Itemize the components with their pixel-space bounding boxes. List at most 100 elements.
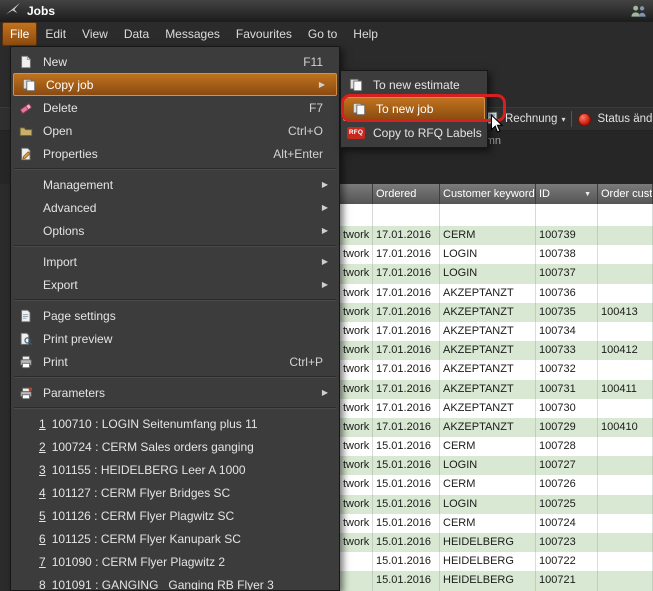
menubar-item-messages[interactable]: Messages xyxy=(157,22,228,46)
menu-item-parameters[interactable]: Parameters ▶ xyxy=(11,381,339,404)
menu-item-properties[interactable]: Properties Alt+Enter xyxy=(11,142,339,165)
chevron-down-icon[interactable]: ▾ xyxy=(561,115,565,124)
cell-clipped-fragment: twork xyxy=(340,533,373,552)
cell-customer-keyword: CERM xyxy=(440,437,536,456)
cell-clipped-fragment: twork xyxy=(340,303,373,322)
cell-ordered: 17.01.2016 xyxy=(373,284,440,303)
menu-item-print[interactable]: Print Ctrl+P xyxy=(11,350,339,373)
menu-item-new[interactable]: New F11 xyxy=(11,50,339,73)
menu-item-export[interactable]: Export ▶ xyxy=(11,273,339,296)
cell-order-customer: 100411 xyxy=(598,380,653,399)
table-row[interactable]: twork 17.01.2016 AKZEPTANZT 100730 xyxy=(340,399,653,418)
menu-item-delete[interactable]: Delete F7 xyxy=(11,96,339,119)
menubar-item-edit[interactable]: Edit xyxy=(37,22,74,46)
cell-id: 100727 xyxy=(536,456,598,475)
table-row[interactable]: twork 17.01.2016 AKZEPTANZT 100733 10041… xyxy=(340,341,653,360)
column-header-clipped[interactable] xyxy=(340,184,373,204)
table-row[interactable]: twork 15.01.2016 HEIDELBERG 100723 xyxy=(340,533,653,552)
menu-separator xyxy=(14,376,336,378)
cell-ordered: 15.01.2016 xyxy=(373,571,440,590)
cell-order-customer xyxy=(598,475,653,494)
users-icon[interactable] xyxy=(630,4,647,18)
table-row[interactable]: twork 17.01.2016 AKZEPTANZT 100735 10041… xyxy=(340,303,653,322)
table-row[interactable]: twork 15.01.2016 CERM 100726 xyxy=(340,475,653,494)
table-row[interactable]: twork 17.01.2016 LOGIN 100737 xyxy=(340,264,653,283)
table-row[interactable]: twork 15.01.2016 CERM 100728 xyxy=(340,437,653,456)
filter-row[interactable] xyxy=(340,204,653,227)
menubar-item-goto[interactable]: Go to xyxy=(300,22,345,46)
table-row[interactable]: twork 17.01.2016 AKZEPTANZT 100732 xyxy=(340,360,653,379)
status-aendern-button[interactable]: Status änd xyxy=(597,113,652,125)
menu-item-open[interactable]: Open Ctrl+O xyxy=(11,119,339,142)
menubar-item-favourites[interactable]: Favourites xyxy=(228,22,300,46)
cell-customer-keyword: HEIDELBERG xyxy=(440,552,536,571)
submenu-item-to-new-estimate[interactable]: To new estimate xyxy=(341,73,487,97)
table-row[interactable]: twork 17.01.2016 AKZEPTANZT 100729 10041… xyxy=(340,418,653,437)
recent-job-7[interactable]: 7 101090 : CERM Flyer Plagwitz 2 xyxy=(11,550,339,573)
cell-clipped-fragment: twork xyxy=(340,514,373,533)
menu-item-advanced[interactable]: Advanced ▶ xyxy=(11,196,339,219)
menubar-item-view[interactable]: View xyxy=(74,22,116,46)
menu-item-management[interactable]: Management ▶ xyxy=(11,173,339,196)
table-row[interactable]: twork 17.01.2016 LOGIN 100738 xyxy=(340,245,653,264)
cell-id: 100726 xyxy=(536,475,598,494)
submenu-arrow-icon: ▶ xyxy=(322,180,333,189)
table-row[interactable]: twork 17.01.2016 AKZEPTANZT 100734 xyxy=(340,322,653,341)
recent-job-2[interactable]: 2 100724 : CERM Sales orders ganging xyxy=(11,435,339,458)
menubar-item-data[interactable]: Data xyxy=(116,22,157,46)
cell-customer-keyword: AKZEPTANZT xyxy=(440,322,536,341)
recent-job-5[interactable]: 5 101126 : CERM Flyer Plagwitz SC xyxy=(11,504,339,527)
cell-id: 100731 xyxy=(536,380,598,399)
cell-id: 100737 xyxy=(536,264,598,283)
menu-item-options[interactable]: Options ▶ xyxy=(11,219,339,242)
menubar-item-file[interactable]: File xyxy=(2,22,37,46)
submenu-arrow-icon: ▶ xyxy=(322,280,333,289)
recent-job-8[interactable]: 8 101091 : GANGING _Ganging RB Flyer 3 xyxy=(11,573,339,591)
menu-item-print-preview[interactable]: Print preview xyxy=(11,327,339,350)
menubar-item-help[interactable]: Help xyxy=(345,22,386,46)
menu-item-page-settings[interactable]: Page settings xyxy=(11,304,339,327)
submenu-arrow-icon: ▶ xyxy=(322,388,333,397)
submenu-item-copy-to-rfq-labels[interactable]: RFQ Copy to RFQ Labels xyxy=(341,121,487,145)
cell-order-customer xyxy=(598,360,653,379)
table-row[interactable]: twork 15.01.2016 LOGIN 100725 xyxy=(340,495,653,514)
cell-id: 100734 xyxy=(536,322,598,341)
cell-ordered: 17.01.2016 xyxy=(373,380,440,399)
column-header-order-customer[interactable]: Order custo xyxy=(598,184,653,204)
recent-job-6[interactable]: 6 101125 : CERM Flyer Kanupark SC xyxy=(11,527,339,550)
table-row[interactable]: twork 15.01.2016 LOGIN 100727 xyxy=(340,456,653,475)
table-row[interactable]: twork 17.01.2016 CERM 100739 xyxy=(340,226,653,245)
cell-clipped-fragment: twork xyxy=(340,341,373,360)
cell-clipped-fragment: twork xyxy=(340,495,373,514)
cell-customer-keyword: AKZEPTANZT xyxy=(440,360,536,379)
table-row[interactable]: twork 17.01.2016 AKZEPTANZT 100736 xyxy=(340,284,653,303)
table-row[interactable]: twork 17.01.2016 AKZEPTANZT 100731 10041… xyxy=(340,380,653,399)
menu-item-copy-job[interactable]: Copy job ▶ xyxy=(13,73,337,96)
table-row[interactable]: 15.01.2016 HEIDELBERG 100721 xyxy=(340,571,653,590)
cell-customer-keyword: CERM xyxy=(440,226,536,245)
copy-icon xyxy=(348,102,370,116)
recent-job-4[interactable]: 4 101127 : CERM Flyer Bridges SC xyxy=(11,481,339,504)
cell-customer-keyword: HEIDELBERG xyxy=(440,571,536,590)
table-row[interactable]: 15.01.2016 HEIDELBERG 100722 xyxy=(340,552,653,571)
cell-customer-keyword: LOGIN xyxy=(440,264,536,283)
cell-clipped-fragment: twork xyxy=(340,284,373,303)
cell-clipped-fragment: twork xyxy=(340,475,373,494)
column-header-ordered[interactable]: Ordered xyxy=(373,184,440,204)
cell-customer-keyword: AKZEPTANZT xyxy=(440,284,536,303)
submenu-arrow-icon: ▶ xyxy=(322,226,333,235)
cell-id: 100721 xyxy=(536,571,598,590)
recent-job-3[interactable]: 3 101155 : HEIDELBERG Leer A 1000 xyxy=(11,458,339,481)
table-row[interactable]: twork 15.01.2016 CERM 100724 xyxy=(340,514,653,533)
column-header-customer-keyword[interactable]: Customer keyword xyxy=(440,184,536,204)
menu-item-import[interactable]: Import ▶ xyxy=(11,250,339,273)
cell-order-customer: 100410 xyxy=(598,418,653,437)
cell-order-customer xyxy=(598,245,653,264)
submenu-item-to-new-job[interactable]: To new job xyxy=(343,97,485,121)
recent-job-1[interactable]: 1 100710 : LOGIN Seitenumfang plus 11 xyxy=(11,412,339,435)
rechnung-button[interactable]: Rechnung xyxy=(505,113,557,125)
cell-ordered: 17.01.2016 xyxy=(373,418,440,437)
column-header-id[interactable]: ID ▼ xyxy=(536,184,598,204)
jobs-icon xyxy=(6,2,21,20)
cell-id: 100733 xyxy=(536,341,598,360)
